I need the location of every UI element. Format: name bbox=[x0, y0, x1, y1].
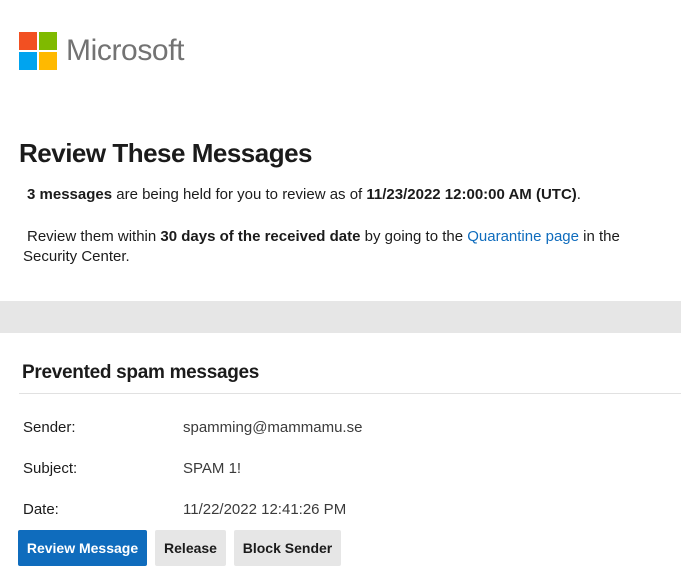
section-rule bbox=[19, 393, 681, 394]
instructions-prefix: Review them within bbox=[27, 228, 161, 245]
sender-label: Sender: bbox=[23, 419, 76, 436]
release-button[interactable]: Release bbox=[155, 530, 226, 566]
block-sender-button[interactable]: Block Sender bbox=[234, 530, 341, 566]
page-title: Review These Messages bbox=[19, 138, 313, 168]
instructions-bold: 30 days of the received date bbox=[160, 228, 361, 245]
section-title: Prevented spam messages bbox=[22, 362, 260, 383]
date-value: 11/22/2022 12:41:26 PM bbox=[183, 501, 347, 518]
instructions-middle: by going to the bbox=[360, 228, 468, 245]
microsoft-logo: Microsoft bbox=[19, 31, 184, 70]
brand-name: Microsoft bbox=[66, 34, 185, 67]
review-message-button[interactable]: Review Message bbox=[18, 530, 147, 566]
summary-end: . bbox=[576, 186, 581, 203]
summary-text: 3 messages are being held for you to rev… bbox=[27, 185, 667, 205]
subject-label: Subject: bbox=[23, 460, 78, 477]
subject-value: SPAM 1! bbox=[183, 460, 242, 477]
quarantine-page-link[interactable]: Quarantine page bbox=[467, 228, 579, 245]
instructions-text: Review them within 30 days of the receiv… bbox=[23, 227, 673, 267]
quarantine-notification: Microsoft Review These Messages 3 messag… bbox=[0, 0, 681, 581]
summary-timestamp: 11/23/2022 12:00:00 AM (UTC) bbox=[366, 186, 577, 203]
section-divider bbox=[0, 301, 681, 333]
microsoft-squares-icon bbox=[19, 31, 57, 70]
message-count: 3 messages bbox=[27, 186, 113, 203]
date-label: Date: bbox=[23, 501, 59, 518]
sender-value: spamming@mammamu.se bbox=[183, 419, 363, 436]
summary-middle: are being held for you to review as of bbox=[112, 186, 367, 203]
